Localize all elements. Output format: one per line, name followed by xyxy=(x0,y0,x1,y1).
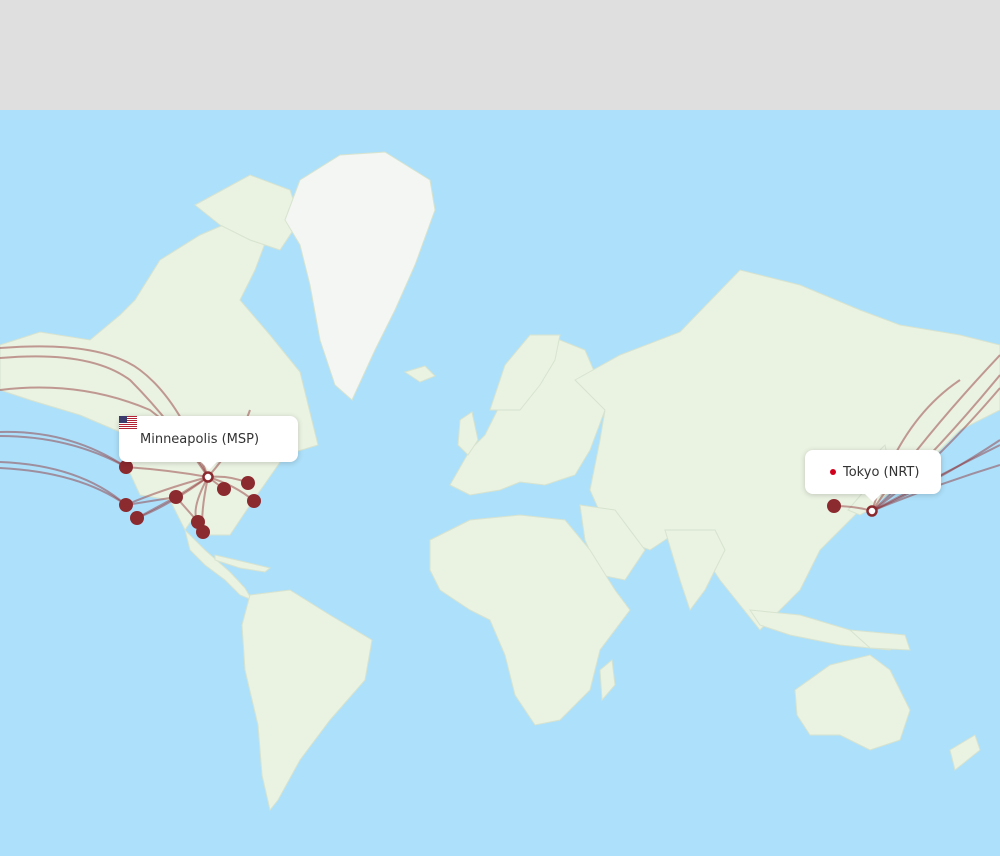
top-bar xyxy=(0,0,1000,110)
route-line xyxy=(0,467,127,506)
airport-marker[interactable] xyxy=(241,476,255,490)
land-greenland xyxy=(284,151,436,401)
airport-marker[interactable] xyxy=(196,525,210,539)
land-iceland xyxy=(403,365,436,383)
destination-label-text: Tokyo (NRT) xyxy=(843,464,920,480)
airport-marker[interactable] xyxy=(169,490,183,504)
airport-marker[interactable] xyxy=(119,498,133,512)
land-new-zealand xyxy=(949,734,981,771)
world-map[interactable]: Minneapolis (MSP) Tokyo (NRT) xyxy=(0,110,1000,856)
airport-marker[interactable] xyxy=(119,460,133,474)
airport-marker[interactable] xyxy=(247,494,261,508)
destination-label[interactable]: Tokyo (NRT) xyxy=(805,450,941,502)
land-south-america xyxy=(241,589,373,812)
land-australia xyxy=(794,654,911,751)
origin-label[interactable]: Minneapolis (MSP) xyxy=(119,416,298,470)
airport-marker[interactable] xyxy=(130,511,144,525)
land-madagascar xyxy=(599,659,616,702)
origin-label-text: Minneapolis (MSP) xyxy=(140,431,260,447)
destination-airport-marker[interactable] xyxy=(866,505,878,517)
red-dot-icon xyxy=(830,469,836,475)
origin-airport-marker[interactable] xyxy=(202,471,214,483)
airport-marker[interactable] xyxy=(217,482,231,496)
airport-marker[interactable] xyxy=(827,499,841,513)
us-flag-icon xyxy=(119,416,137,429)
land-north-america xyxy=(0,219,319,536)
